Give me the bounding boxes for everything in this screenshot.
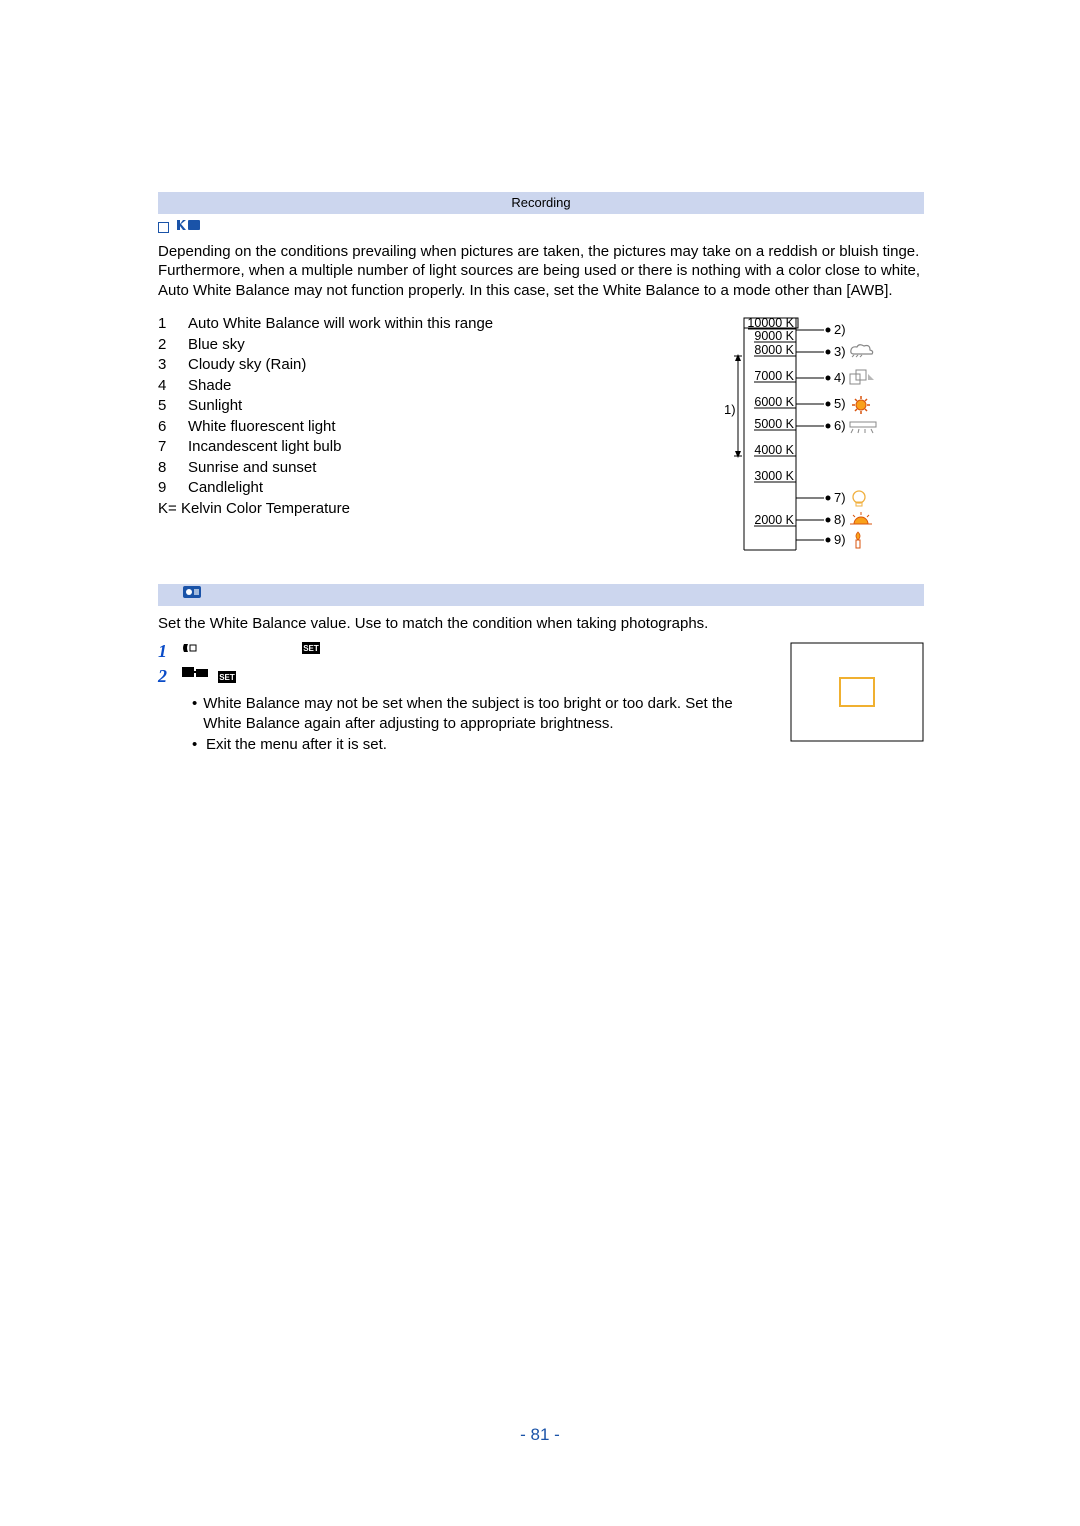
tick-label: 6000 K bbox=[754, 395, 794, 409]
awb-numbered-list: 1 Auto White Balance will work within thi… bbox=[158, 314, 568, 498]
menu-set-icon: SET bbox=[302, 640, 320, 660]
list-number: 7 bbox=[158, 437, 170, 457]
awb-heading bbox=[158, 218, 924, 238]
list-number: 1 bbox=[158, 314, 170, 334]
list-number: 8 bbox=[158, 458, 170, 478]
kelvin-scale-chart: 10000 K 9000 K 8000 K 7000 K 6000 K 5000… bbox=[724, 314, 914, 554]
shade-icon bbox=[850, 370, 874, 384]
tick-label: 7000 K bbox=[754, 369, 794, 383]
callout-label: 1) bbox=[724, 402, 736, 417]
fluorescent-icon bbox=[850, 422, 876, 433]
camera-aim-icon bbox=[182, 665, 210, 685]
manual-wb-intro: Set the White Balance value. Use to matc… bbox=[158, 614, 924, 634]
bullet-dot-icon: • bbox=[192, 735, 200, 755]
callout-label: 7) bbox=[834, 490, 846, 505]
bulb-icon bbox=[853, 491, 865, 506]
equals-icon: = bbox=[168, 500, 177, 517]
tick-label: 10000 K bbox=[747, 316, 794, 330]
callout-label: 9) bbox=[834, 532, 846, 547]
white-set-icon bbox=[182, 585, 202, 605]
list-label: Cloudy sky (Rain) bbox=[188, 355, 306, 375]
section-header: Recording bbox=[158, 192, 924, 214]
sun-icon bbox=[852, 396, 870, 414]
step-1: 1 SET bbox=[158, 640, 772, 663]
cloud-icon bbox=[851, 345, 873, 357]
list-label: Sunlight bbox=[188, 396, 242, 416]
manual-wb-heading bbox=[158, 584, 924, 606]
list-label: Blue sky bbox=[188, 335, 245, 355]
list-number: 9 bbox=[158, 478, 170, 498]
candle-icon bbox=[856, 532, 860, 548]
tick-label: 2000 K bbox=[754, 513, 794, 527]
callout-label: 3) bbox=[834, 344, 846, 359]
menu-set-icon: SET bbox=[218, 669, 236, 689]
white-set-small-icon bbox=[182, 640, 198, 660]
list-label: Candlelight bbox=[188, 478, 263, 498]
list-label: Incandescent light bulb bbox=[188, 437, 341, 457]
step-2: 2 SET bbox=[158, 665, 772, 689]
awb-icon bbox=[175, 218, 201, 238]
list-label: White fluorescent light bbox=[188, 417, 336, 437]
note-text: Exit the menu after it is set. bbox=[206, 735, 387, 755]
note-text: White Balance may not be set when the su… bbox=[203, 694, 772, 733]
step-number: 2 bbox=[158, 665, 172, 688]
svg-text:SET: SET bbox=[219, 673, 235, 682]
tick-label: 5000 K bbox=[754, 417, 794, 431]
callout-label: 8) bbox=[834, 512, 846, 527]
list-label: Sunrise and sunset bbox=[188, 458, 316, 478]
page-number: - 81 - bbox=[0, 1424, 1080, 1446]
list-number: 3 bbox=[158, 355, 170, 375]
tick-label: 3000 K bbox=[754, 469, 794, 483]
bullet-dot-icon: • bbox=[192, 694, 197, 733]
list-label: Auto White Balance will work within this… bbox=[188, 314, 493, 334]
kelvin-note: K= Kelvin Color Temperature bbox=[158, 499, 568, 519]
wb-preview-frame bbox=[790, 642, 924, 748]
list-number: 6 bbox=[158, 417, 170, 437]
tick-label: 8000 K bbox=[754, 343, 794, 357]
callout-label: 6) bbox=[834, 418, 846, 433]
list-number: 2 bbox=[158, 335, 170, 355]
awb-intro-text: Depending on the conditions prevailing w… bbox=[158, 242, 924, 301]
list-label: Shade bbox=[188, 376, 231, 396]
step-number: 1 bbox=[158, 640, 172, 663]
sunrise-icon bbox=[850, 512, 872, 524]
bullet-square-icon bbox=[158, 222, 169, 233]
callout-label: 5) bbox=[834, 396, 846, 411]
manual-wb-notes: •White Balance may not be set when the s… bbox=[192, 694, 772, 755]
kelvin-suffix: Kelvin Color Temperature bbox=[177, 500, 350, 517]
kelvin-prefix: K bbox=[158, 500, 168, 517]
list-number: 4 bbox=[158, 376, 170, 396]
callout-label: 4) bbox=[834, 370, 846, 385]
tick-label: 4000 K bbox=[754, 443, 794, 457]
callout-label: 2) bbox=[834, 322, 846, 337]
svg-text:SET: SET bbox=[303, 644, 319, 653]
tick-label: 9000 K bbox=[754, 329, 794, 343]
list-number: 5 bbox=[158, 396, 170, 416]
